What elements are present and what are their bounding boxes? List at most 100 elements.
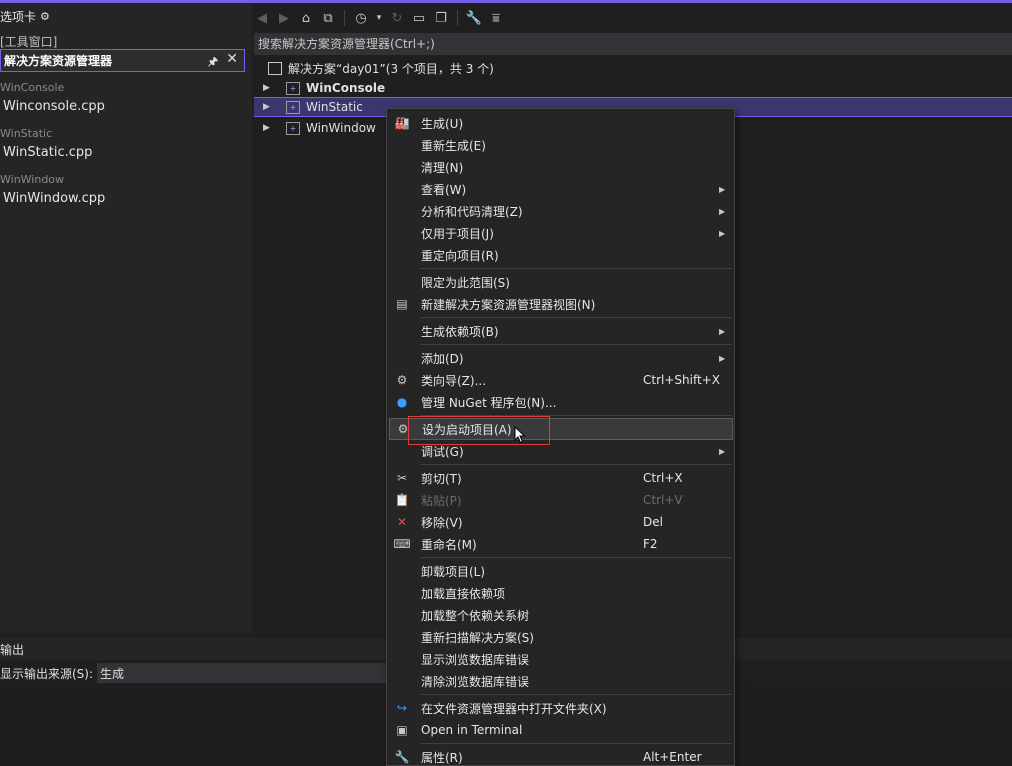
menu-item[interactable]: 查看(W) ▶: [387, 178, 734, 200]
menu-item[interactable]: 仅用于项目(J) ▶: [387, 222, 734, 244]
menu-item-label: 新建解决方案资源管理器视图(N): [421, 297, 596, 312]
menu-item[interactable]: ⚙ 设为启动项目(A): [389, 418, 733, 440]
menu-item-label: 管理 NuGet 程序包(N)...: [421, 395, 557, 410]
refresh-icon[interactable]: ↻: [389, 10, 405, 26]
file-tab-winconsole[interactable]: Winconsole.cpp: [3, 99, 105, 114]
gear-icon[interactable]: ⚙: [40, 10, 50, 23]
wrench-icon: 🔧: [394, 750, 410, 764]
new-view-icon: ▤: [396, 297, 408, 311]
menu-item[interactable]: ● 管理 NuGet 程序包(N)...: [387, 391, 734, 413]
menu-item[interactable]: 加载整个依赖关系树: [387, 604, 734, 626]
menu-separator: [420, 415, 732, 416]
menu-item-shortcut: Ctrl+V: [643, 493, 683, 507]
output-title: 输出: [0, 642, 25, 657]
menu-item-label: 重定向项目(R): [421, 248, 499, 263]
output-source-label: 显示输出来源(S):: [0, 666, 94, 681]
scissors-icon: ✂: [396, 471, 408, 485]
tree-solution-node[interactable]: 解决方案“day01”(3 个项目，共 3 个): [254, 58, 1012, 78]
menu-item-label: 查看(W): [421, 182, 467, 197]
file-tab-winstatic[interactable]: WinStatic.cpp: [3, 145, 92, 160]
tabs-header-title: 选项卡: [0, 9, 37, 24]
menu-item-label: 添加(D): [421, 351, 464, 366]
menu-item-label: 粘贴(P): [421, 493, 462, 508]
menu-item[interactable]: 卸载项目(L): [387, 560, 734, 582]
menu-item[interactable]: 重新生成(E): [387, 134, 734, 156]
menu-item-label: 限定为此范围(S): [421, 275, 510, 290]
menu-item-label: 清理(N): [421, 160, 464, 175]
menu-item[interactable]: ⌨ 重命名(M) F2: [387, 533, 734, 555]
menu-item[interactable]: 调试(G) ▶: [387, 440, 734, 462]
submenu-arrow-icon: ▶: [719, 446, 726, 456]
menu-item[interactable]: 加载直接依赖项: [387, 582, 734, 604]
menu-item[interactable]: 限定为此范围(S): [387, 271, 734, 293]
properties-wrench-icon[interactable]: 🔧: [466, 10, 482, 26]
collapse-all-icon[interactable]: ▭: [411, 10, 427, 26]
menu-item[interactable]: 🏭 生成(U): [387, 112, 734, 134]
open-folder-arrow-icon: ↪: [396, 701, 408, 715]
menu-item[interactable]: 清理(N): [387, 156, 734, 178]
build-icon: 🏭: [394, 116, 410, 130]
back-icon[interactable]: ◀: [254, 10, 270, 26]
menu-item[interactable]: 🔧 属性(R) Alt+Enter: [387, 746, 734, 766]
menu-item[interactable]: 重定向项目(R): [387, 244, 734, 266]
search-input[interactable]: [254, 33, 1012, 55]
menu-item[interactable]: ▣ Open in Terminal: [387, 719, 734, 741]
menu-item[interactable]: ▤ 新建解决方案资源管理器视图(N): [387, 293, 734, 315]
show-all-files-icon[interactable]: ❐: [433, 10, 449, 26]
menu-item[interactable]: 清除浏览数据库错误: [387, 670, 734, 692]
menu-item[interactable]: ✂ 剪切(T) Ctrl+X: [387, 467, 734, 489]
output-source-row: 显示输出来源(S): 生成: [0, 662, 388, 684]
menu-item[interactable]: 重新扫描解决方案(S): [387, 626, 734, 648]
menu-item-shortcut: Del: [643, 515, 663, 529]
project-label: WinStatic: [306, 100, 363, 114]
menu-item-shortcut: Alt+Enter: [643, 750, 702, 764]
menu-item-label: 移除(V): [421, 515, 463, 530]
forward-icon[interactable]: ▶: [276, 10, 292, 26]
rename-icon: ⌨: [393, 537, 411, 551]
home-icon[interactable]: ⌂: [298, 10, 314, 26]
menu-separator: [420, 743, 732, 744]
menu-item-label: 生成(U): [421, 116, 464, 131]
menu-separator: [420, 344, 732, 345]
menu-item-label: 显示浏览数据库错误: [421, 652, 530, 667]
submenu-arrow-icon: ▶: [719, 353, 726, 363]
menu-item[interactable]: ✕ 移除(V) Del: [387, 511, 734, 533]
menu-item[interactable]: ⚙ 类向导(Z)... Ctrl+Shift+X: [387, 369, 734, 391]
switch-views-icon[interactable]: ⧉: [320, 10, 336, 26]
mouse-cursor-icon: [514, 426, 526, 444]
menu-item-label: 分析和代码清理(Z): [421, 204, 523, 219]
expand-arrow-icon[interactable]: ▶: [263, 83, 270, 93]
menu-item[interactable]: 添加(D) ▶: [387, 347, 734, 369]
dropdown-icon[interactable]: ▾: [375, 10, 383, 26]
tabs-header[interactable]: 选项卡 ⚙: [0, 7, 50, 25]
tab-solution-explorer[interactable]: 解决方案资源管理器 🖈 ✕: [0, 49, 245, 72]
menu-separator: [420, 268, 732, 269]
group-label: WinWindow: [0, 173, 65, 186]
solution-label: 解决方案“day01”(3 个项目，共 3 个): [288, 61, 494, 76]
search-bar[interactable]: [254, 33, 1012, 55]
menu-item[interactable]: ↪ 在文件资源管理器中打开文件夹(X): [387, 697, 734, 719]
menu-item-label: 仅用于项目(J): [421, 226, 494, 241]
menu-separator: [420, 317, 732, 318]
close-icon[interactable]: ✕: [226, 51, 238, 67]
expand-arrow-icon[interactable]: ▶: [263, 102, 270, 112]
menu-item-label: 重新扫描解决方案(S): [421, 630, 534, 645]
menu-item[interactable]: 生成依赖项(B) ▶: [387, 320, 734, 342]
output-source-value: 生成: [100, 666, 125, 681]
menu-item-label: 清除浏览数据库错误: [421, 674, 530, 689]
menu-item-label: 类向导(Z)...: [421, 373, 487, 388]
file-tab-winwindow[interactable]: WinWindow.cpp: [3, 191, 105, 206]
solution-explorer-toolbar: ◀ ▶ ⌂ ⧉ ◷ ▾ ↻ ▭ ❐ 🔧 ⩸: [254, 6, 504, 30]
menu-item[interactable]: 显示浏览数据库错误: [387, 648, 734, 670]
menu-item[interactable]: 分析和代码清理(Z) ▶: [387, 200, 734, 222]
tree-project-node[interactable]: ▶ + WinConsole: [254, 78, 1012, 98]
expand-arrow-icon[interactable]: ▶: [263, 123, 270, 133]
submenu-arrow-icon: ▶: [719, 326, 726, 336]
tab-label: 解决方案资源管理器: [4, 54, 113, 68]
output-source-select[interactable]: 生成: [97, 663, 388, 683]
history-icon[interactable]: ◷: [353, 10, 369, 26]
pin-icon[interactable]: 🖈: [208, 53, 218, 72]
paste-icon: 📋: [394, 493, 410, 507]
pending-changes-icon[interactable]: ⩸: [488, 10, 504, 26]
nuget-icon: ●: [396, 395, 408, 409]
